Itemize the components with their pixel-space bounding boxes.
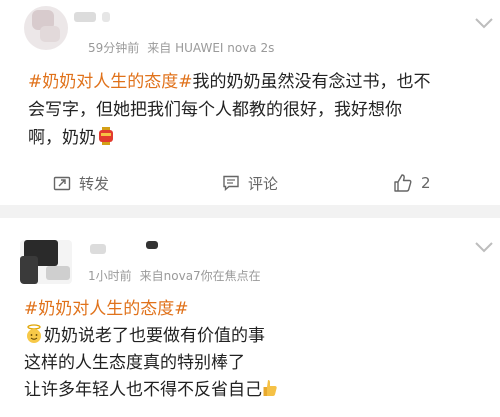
repost-button[interactable]: 转发 [53, 168, 109, 198]
post-source: 来自 HUAWEI nova 2s [147, 41, 275, 55]
post-text: 让许多年轻人也不得不反省自己 [24, 380, 262, 400]
post-content: #奶奶对人生的态度#我的奶奶虽然没有念过书，也不 会写字，但她把我们每个人都教的… [28, 68, 480, 152]
username-blurred[interactable] [102, 12, 110, 22]
username-blurred[interactable] [90, 244, 106, 254]
post-text: 我的奶奶虽然没有念过书，也不 [192, 72, 431, 92]
like-count: 2 [421, 174, 431, 192]
angel-face-emoji [27, 324, 41, 343]
comment-label: 评论 [248, 174, 279, 193]
like-button[interactable]: 2 [393, 168, 431, 198]
username-blurred[interactable] [74, 12, 96, 22]
repost-icon [53, 176, 71, 191]
action-bar: 转发 评论 2 [0, 168, 500, 198]
post-text: 啊，奶奶 [28, 128, 96, 148]
post-text: 奶奶说老了也要做有价值的事 [44, 326, 265, 346]
username-blurred[interactable] [146, 241, 158, 249]
chevron-down-icon[interactable] [472, 16, 496, 30]
avatar[interactable] [24, 6, 68, 50]
comment-button[interactable]: 评论 [222, 168, 278, 198]
post-meta: 1小时前 来自nova7你在焦点在 [88, 267, 269, 284]
post-text: 这样的人生态度真的特别棒了 [24, 353, 245, 373]
red-lantern-emoji [99, 127, 113, 145]
feed-page: 59分钟前 来自 HUAWEI nova 2s #奶奶对人生的态度#我的奶奶虽然没… [0, 0, 500, 417]
chevron-down-icon[interactable] [472, 240, 496, 254]
comment-icon [223, 175, 239, 192]
topic-link[interactable]: #奶奶对人生的态度# [24, 296, 476, 323]
repost-label: 转发 [79, 174, 110, 193]
thumbs-up-icon [394, 174, 412, 192]
post-source: 来自nova7你在焦点在 [139, 269, 261, 283]
post-text: 会写字，但她把我们每个人都教的很好，我好想你 [28, 100, 402, 120]
post-content: #奶奶对人生的态度# 奶奶说老了也要做有价值的事 这样的人生态度真的特别棒了 让… [24, 296, 476, 404]
post-time: 1小时前 [88, 269, 132, 283]
avatar[interactable] [20, 240, 72, 284]
post-divider [0, 205, 500, 218]
thumbs-up-emoji [263, 380, 277, 396]
post-time: 59分钟前 [88, 41, 140, 55]
topic-link[interactable]: #奶奶对人生的态度# [28, 72, 193, 92]
post-meta: 59分钟前 来自 HUAWEI nova 2s [88, 39, 282, 56]
